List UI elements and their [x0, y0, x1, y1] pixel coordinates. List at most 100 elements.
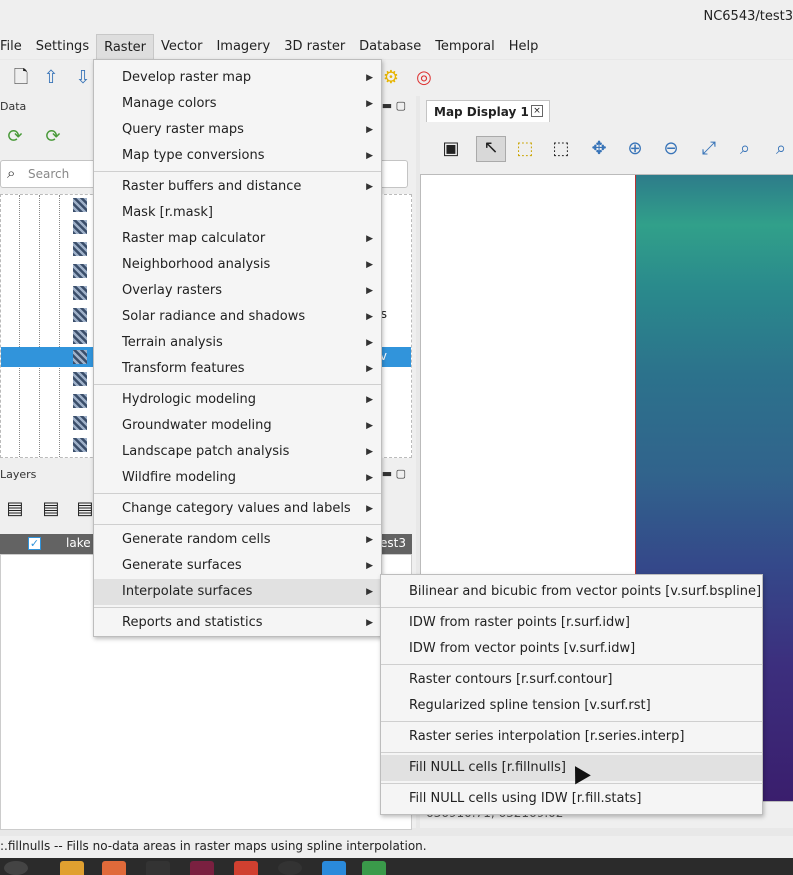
start-icon[interactable]: [4, 861, 28, 875]
menu-item-label: Groundwater modeling: [122, 418, 272, 433]
menu-item[interactable]: Mask [r.mask]: [94, 200, 381, 226]
menu-item[interactable]: Reports and statistics ▶: [94, 610, 381, 636]
submenu-arrow-icon: ▶: [366, 395, 373, 405]
help-lifebuoy-icon[interactable]: ◎: [413, 67, 435, 89]
app-icon[interactable]: [190, 861, 214, 875]
submenu-arrow-icon: ▶: [366, 447, 373, 457]
menu-item[interactable]: Raster contours [r.surf.contour]: [381, 667, 762, 693]
menu-item[interactable]: Bilinear and bicubic from vector points …: [381, 579, 762, 605]
zoom-extent-icon[interactable]: ⤢: [698, 138, 720, 160]
raster-icon: [73, 438, 87, 452]
submenu-arrow-icon: ▶: [366, 151, 373, 161]
menu-vector[interactable]: Vector: [154, 34, 209, 59]
pan-icon[interactable]: ✥: [588, 138, 610, 160]
menu-separator: [381, 607, 762, 608]
menu-item-label: Hydrologic modeling: [122, 392, 257, 407]
data-panel-title: Data: [0, 100, 27, 113]
menu-item-label: Fill NULL cells using IDW [r.fill.stats]: [409, 791, 642, 806]
submenu-arrow-icon: ▶: [366, 182, 373, 192]
menu-item[interactable]: Regularized spline tension [v.surf.rst]: [381, 693, 762, 719]
display-map-icon[interactable]: ▣: [440, 138, 462, 160]
submenu-arrow-icon: ▶: [366, 338, 373, 348]
menu-imagery[interactable]: Imagery: [209, 34, 277, 59]
menu-raster[interactable]: Raster: [96, 34, 155, 59]
menu-item[interactable]: Wildfire modeling ▶: [94, 465, 381, 491]
refresh-icon[interactable]: ⟳: [4, 126, 26, 148]
panel-window-buttons[interactable]: ▬ ▢: [382, 100, 406, 112]
add-vector-icon[interactable]: ▤: [40, 498, 62, 520]
menu-item[interactable]: Solar radiance and shadows ▶: [94, 304, 381, 330]
menu-3d-raster[interactable]: 3D raster: [277, 34, 352, 59]
new-map-icon[interactable]: 🗋: [10, 67, 32, 89]
menu-temporal[interactable]: Temporal: [428, 34, 502, 59]
submenu-arrow-icon: ▶: [366, 535, 373, 545]
menu-item[interactable]: Map type conversions ▶: [94, 143, 381, 169]
raster-icon: [73, 416, 87, 430]
menu-item-label: Manage colors: [122, 96, 217, 111]
menu-item[interactable]: Interpolate surfaces ▶: [94, 579, 381, 605]
terminal-icon[interactable]: [146, 861, 170, 875]
status-bar: :.fillnulls -- Fills no-data areas in ra…: [0, 836, 793, 858]
raster-icon: [73, 198, 87, 212]
close-icon[interactable]: ×: [531, 105, 543, 117]
menu-item[interactable]: Raster buffers and distance ▶: [94, 174, 381, 200]
panel-window-buttons[interactable]: ▬ ▢: [382, 468, 406, 480]
download-icon[interactable]: ⇩: [72, 67, 94, 89]
menu-item[interactable]: Hydrologic modeling ▶: [94, 387, 381, 413]
menu-item-label: Fill NULL cells [r.fillnulls]: [409, 760, 566, 775]
title-bar: NC6543/test3: [0, 0, 793, 34]
menu-item-label: Raster series interpolation [r.series.in…: [409, 729, 685, 744]
menu-database[interactable]: Database: [352, 34, 428, 59]
pointer-icon[interactable]: ↖: [476, 136, 506, 162]
app-icon[interactable]: [234, 861, 258, 875]
menu-item[interactable]: Query raster maps ▶: [94, 117, 381, 143]
menu-item[interactable]: Generate random cells ▶: [94, 527, 381, 553]
menu-item[interactable]: IDW from raster points [r.surf.idw]: [381, 610, 762, 636]
menu-item-label: Mask [r.mask]: [122, 205, 213, 220]
grass-icon[interactable]: [362, 861, 386, 875]
zoom-region-icon[interactable]: ⌕: [734, 138, 756, 160]
menu-item[interactable]: Groundwater modeling ▶: [94, 413, 381, 439]
menu-item[interactable]: Overlay rasters ▶: [94, 278, 381, 304]
submenu-arrow-icon: ▶: [366, 364, 373, 374]
menu-settings[interactable]: Settings: [29, 34, 96, 59]
reload-icon[interactable]: ⟳: [42, 126, 64, 148]
menu-item[interactable]: IDW from vector points [v.surf.idw]: [381, 636, 762, 662]
menu-item[interactable]: Landscape patch analysis ▶: [94, 439, 381, 465]
menu-item[interactable]: Neighborhood analysis ▶: [94, 252, 381, 278]
upload-icon[interactable]: ⇧: [40, 67, 62, 89]
layer-checkbox[interactable]: ✓: [28, 537, 41, 550]
app-icon[interactable]: [278, 861, 302, 875]
zoom-out-icon[interactable]: ⊖: [660, 138, 682, 160]
menu-item[interactable]: Fill NULL cells using IDW [r.fill.stats]: [381, 786, 762, 812]
select-icon[interactable]: ⬚: [514, 138, 536, 160]
tab-map-display-1[interactable]: Map Display 1 ×: [426, 100, 550, 122]
menu-file[interactable]: File: [0, 34, 29, 59]
submenu-arrow-icon: ▶: [366, 421, 373, 431]
raster-icon: [73, 242, 87, 256]
menu-item[interactable]: Transform features ▶: [94, 356, 381, 382]
menu-item[interactable]: Raster series interpolation [r.series.in…: [381, 724, 762, 750]
taskbar: [0, 858, 793, 875]
app-icon[interactable]: [322, 861, 346, 875]
submenu-arrow-icon: ▶: [366, 286, 373, 296]
app-icon[interactable]: [102, 861, 126, 875]
menu-item[interactable]: Terrain analysis ▶: [94, 330, 381, 356]
zoom-menu-icon[interactable]: ⌕: [770, 138, 792, 160]
raster-icon: [73, 308, 87, 322]
menu-item[interactable]: Manage colors ▶: [94, 91, 381, 117]
settings-gear-icon[interactable]: ⚙: [380, 67, 402, 89]
menu-help[interactable]: Help: [502, 34, 546, 59]
query-icon[interactable]: ⬚: [550, 138, 572, 160]
files-icon[interactable]: [60, 861, 84, 875]
zoom-in-icon[interactable]: ⊕: [624, 138, 646, 160]
submenu-arrow-icon: ▶: [366, 312, 373, 322]
menu-item[interactable]: Change category values and labels ▶: [94, 496, 381, 522]
menu-item-label: Raster map calculator: [122, 231, 266, 246]
menu-item[interactable]: Generate surfaces ▶: [94, 553, 381, 579]
raster-icon: [73, 264, 87, 278]
menu-item[interactable]: Raster map calculator ▶: [94, 226, 381, 252]
add-raster-icon[interactable]: ▤: [4, 498, 26, 520]
menu-separator: [94, 384, 381, 385]
menu-item[interactable]: Develop raster map ▶: [94, 65, 381, 91]
